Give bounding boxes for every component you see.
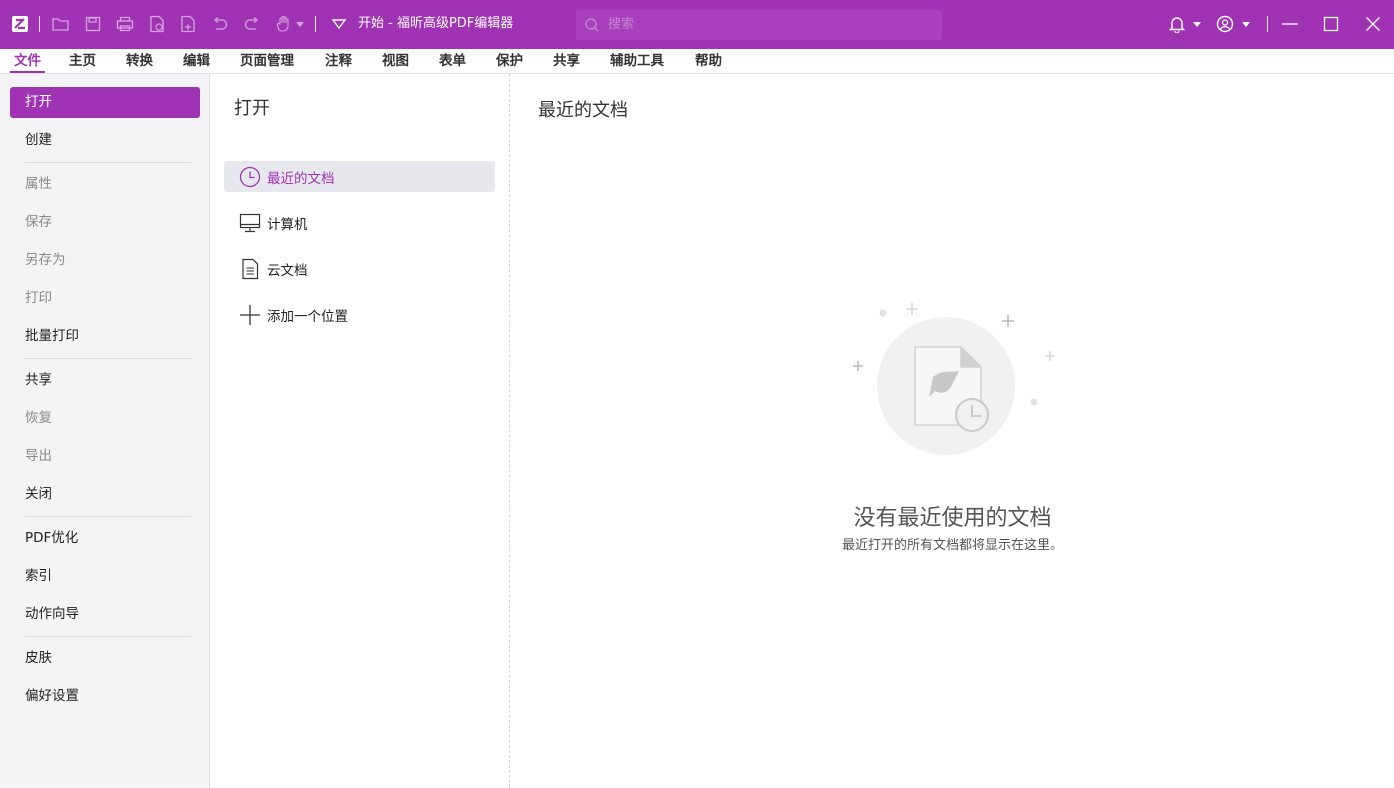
recent-documents-panel: 最近的文档 没有最近使用的文档 最近打开的所有文档都将显示在这里。 — [511, 74, 1394, 788]
open-location-label: 计算机 — [267, 216, 308, 233]
clock-icon — [239, 166, 261, 188]
sidebar-divider — [25, 358, 191, 359]
open-location-label: 添加一个位置 — [267, 308, 348, 325]
sidebar-item-index[interactable]: 索引 — [10, 561, 200, 592]
empty-state-subtitle: 最近打开的所有文档都将显示在这里。 — [841, 538, 1063, 553]
tab-form[interactable]: 表单 — [439, 49, 466, 74]
sidebar-item-print[interactable]: 打印 — [10, 283, 200, 314]
open-location-label: 云文档 — [267, 262, 308, 279]
menu-bar: 文件 主页 转换 编辑 页面管理 注释 视图 表单 保护 共享 辅助工具 帮助 — [0, 49, 1394, 74]
open-location-computer[interactable]: 计算机 — [224, 207, 495, 238]
save-icon[interactable] — [83, 14, 103, 34]
redo-icon[interactable] — [242, 14, 262, 34]
open-panel-title: 打开 — [234, 98, 270, 119]
search-placeholder: 搜索 — [608, 17, 635, 32]
tab-protect[interactable]: 保护 — [496, 49, 523, 74]
account-dropdown-icon[interactable] — [1239, 14, 1253, 34]
plus-icon — [239, 304, 261, 326]
open-location-recent[interactable]: 最近的文档 — [224, 161, 495, 192]
toolbar-separator — [1267, 16, 1268, 32]
sidebar-item-recover[interactable]: 恢复 — [10, 403, 200, 434]
tab-home[interactable]: 主页 — [69, 49, 96, 74]
tab-convert[interactable]: 转换 — [126, 49, 153, 74]
search-input[interactable]: 搜索 — [576, 10, 942, 40]
hand-tool-dropdown-icon[interactable] — [293, 14, 307, 34]
tab-accessibility[interactable]: 辅助工具 — [610, 49, 664, 74]
sidebar-item-close[interactable]: 关闭 — [10, 479, 200, 510]
sidebar-item-preferences[interactable]: 偏好设置 — [10, 681, 200, 712]
folder-open-icon[interactable] — [51, 14, 71, 34]
search-icon — [584, 17, 600, 33]
sidebar-item-save-as[interactable]: 另存为 — [10, 245, 200, 276]
monitor-icon — [239, 212, 261, 234]
empty-recent-illustration-icon — [841, 299, 1061, 469]
tab-file[interactable]: 文件 — [10, 49, 45, 74]
bell-icon[interactable] — [1167, 14, 1187, 34]
tab-share[interactable]: 共享 — [553, 49, 580, 74]
tab-comment[interactable]: 注释 — [325, 49, 352, 74]
sidebar-item-share[interactable]: 共享 — [10, 365, 200, 396]
sidebar-divider — [25, 516, 191, 517]
bell-dropdown-icon[interactable] — [1190, 14, 1204, 34]
open-location-add[interactable]: 添加一个位置 — [224, 299, 495, 330]
print-icon[interactable] — [115, 14, 135, 34]
minimize-icon[interactable] — [1280, 14, 1300, 34]
file-sidebar: 打开 创建 属性 保存 另存为 打印 批量打印 共享 恢复 导出 关闭 PDF优… — [0, 74, 210, 788]
tab-view[interactable]: 视图 — [382, 49, 409, 74]
title-bar: 开始 - 福昕高级PDF编辑器 搜索 — [0, 0, 1394, 49]
sidebar-item-batch-print[interactable]: 批量打印 — [10, 321, 200, 352]
tab-edit[interactable]: 编辑 — [183, 49, 210, 74]
toolbar-separator — [315, 16, 316, 32]
sidebar-item-pdf-optimize[interactable]: PDF优化 — [10, 523, 200, 554]
export-icon[interactable] — [178, 14, 198, 34]
open-panel: 打开 最近的文档 计算机 云文档 添加一个位置 — [210, 74, 510, 788]
account-icon[interactable] — [1215, 14, 1235, 34]
close-icon[interactable] — [1363, 14, 1383, 34]
maximize-icon[interactable] — [1321, 14, 1341, 34]
open-location-label: 最近的文档 — [267, 170, 335, 187]
sidebar-item-create[interactable]: 创建 — [10, 125, 200, 156]
app-logo-icon[interactable] — [10, 14, 30, 34]
tab-organize[interactable]: 页面管理 — [240, 49, 294, 74]
tab-help[interactable]: 帮助 — [695, 49, 722, 74]
sidebar-item-action-wizard[interactable]: 动作向导 — [10, 599, 200, 630]
empty-state-title: 没有最近使用的文档 — [853, 506, 1052, 531]
sidebar-divider — [25, 162, 191, 163]
sidebar-item-save[interactable]: 保存 — [10, 207, 200, 238]
open-location-cloud[interactable]: 云文档 — [224, 253, 495, 284]
customize-dropdown-icon[interactable] — [329, 14, 349, 34]
toolbar-separator — [39, 16, 40, 32]
undo-icon[interactable] — [210, 14, 230, 34]
sidebar-item-export[interactable]: 导出 — [10, 441, 200, 472]
window-title: 开始 - 福昕高级PDF编辑器 — [358, 16, 514, 31]
sidebar-divider — [25, 636, 191, 637]
sidebar-item-skin[interactable]: 皮肤 — [10, 643, 200, 674]
sidebar-item-properties[interactable]: 属性 — [10, 169, 200, 200]
document-icon — [239, 258, 261, 280]
new-doc-icon[interactable] — [147, 14, 167, 34]
hand-tool-icon[interactable] — [274, 14, 294, 34]
sidebar-item-open[interactable]: 打开 — [10, 87, 200, 118]
recent-documents-title: 最近的文档 — [538, 100, 628, 121]
